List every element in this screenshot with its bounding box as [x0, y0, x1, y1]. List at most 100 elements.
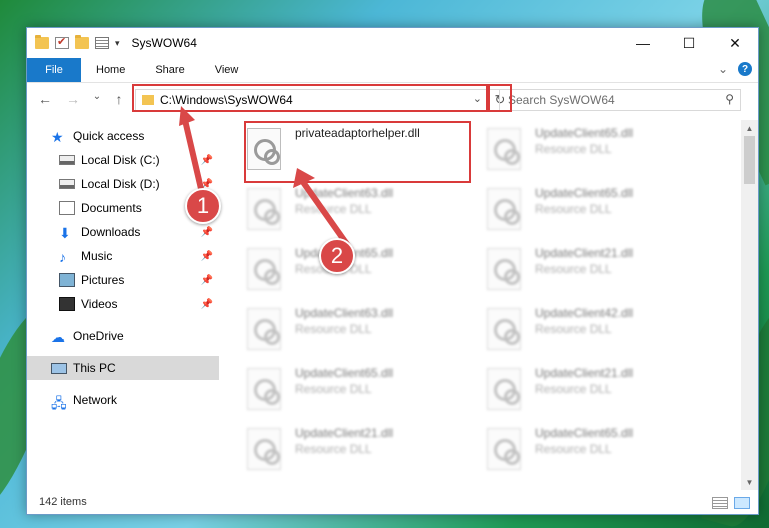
- sidebar-item-label: This PC: [73, 361, 116, 375]
- network-icon: 🖧: [51, 395, 67, 411]
- status-bar: 142 items: [27, 490, 758, 514]
- expand-ribbon-icon[interactable]: ⌄: [718, 62, 728, 76]
- tab-view[interactable]: View: [200, 58, 254, 82]
- file-item[interactable]: UpdateClient65.dll Resource DLL: [467, 120, 697, 176]
- file-item[interactable]: UpdateClient21.dll Resource DLL: [467, 360, 697, 416]
- qat-dropdown-icon[interactable]: ▾: [115, 38, 120, 49]
- file-item[interactable]: UpdateClient65.dll Resource DLL: [227, 360, 457, 416]
- vertical-scrollbar[interactable]: ▲ ▼: [741, 120, 758, 490]
- drive-icon: [59, 155, 75, 165]
- file-item[interactable]: UpdateClient65.dll Resource DLL: [467, 420, 697, 476]
- ribbon-right-controls: ⌄ ?: [718, 62, 752, 76]
- sidebar-item-videos[interactable]: Videos 📌: [27, 292, 219, 316]
- back-button[interactable]: ←: [35, 91, 55, 107]
- dll-gear-icon: [487, 188, 521, 230]
- scrollbar-thumb[interactable]: [744, 136, 755, 184]
- scroll-down-icon[interactable]: ▼: [741, 474, 758, 490]
- file-name: UpdateClient21.dll: [535, 366, 634, 380]
- file-type: Resource DLL: [535, 262, 612, 276]
- sidebar-item-label: Quick access: [73, 129, 145, 143]
- sidebar-item-label: Pictures: [81, 273, 125, 287]
- sidebar-item-label: Music: [81, 249, 113, 263]
- file-item[interactable]: UpdateClient21.dll Resource DLL: [467, 240, 697, 296]
- sidebar-item-onedrive[interactable]: ☁ OneDrive: [27, 324, 219, 348]
- quick-access-star-icon: ★: [51, 129, 64, 145]
- scroll-up-icon[interactable]: ▲: [741, 120, 758, 136]
- folder-icon[interactable]: [35, 35, 49, 49]
- dll-gear-icon: [247, 308, 281, 350]
- downloads-icon: ⬇: [59, 225, 71, 241]
- item-count: 142 items: [39, 496, 87, 508]
- minimize-button[interactable]: —: [620, 28, 666, 58]
- file-name: UpdateClient21.dll: [535, 246, 634, 260]
- file-item[interactable]: UpdateClient65.dll Resource DLL: [467, 180, 697, 236]
- file-name: UpdateClient42.dll: [535, 306, 634, 320]
- pin-icon[interactable]: 📌: [201, 251, 213, 262]
- sidebar-item-label: Videos: [81, 297, 118, 311]
- tab-share[interactable]: Share: [140, 58, 199, 82]
- file-name: UpdateClient63.dll: [295, 306, 394, 320]
- sidebar-item-this-pc[interactable]: This PC: [27, 356, 219, 380]
- step-badge-2: 2: [319, 238, 355, 274]
- file-type: Resource DLL: [535, 322, 612, 336]
- file-name: UpdateClient65.dll: [535, 126, 634, 140]
- new-folder-icon[interactable]: [75, 35, 89, 49]
- file-type: Resource DLL: [295, 442, 372, 456]
- dll-gear-icon: [487, 368, 521, 410]
- caption-buttons: — ☐ ✕: [620, 28, 758, 58]
- pin-icon[interactable]: 📌: [201, 275, 213, 286]
- sidebar-item-network[interactable]: 🖧 Network: [27, 388, 219, 412]
- sidebar-item-music[interactable]: ♪ Music 📌: [27, 244, 219, 268]
- title-bar: ▾ SysWOW64 — ☐ ✕: [27, 28, 758, 58]
- sidebar-item-label: Local Disk (C:): [81, 153, 160, 167]
- refresh-highlight: [488, 84, 512, 112]
- dll-gear-icon: [247, 428, 281, 470]
- sidebar-item-pictures[interactable]: Pictures 📌: [27, 268, 219, 292]
- file-type: Resource DLL: [535, 202, 612, 216]
- search-input[interactable]: Search SysWOW64 ⚲: [499, 89, 741, 111]
- this-pc-icon: [51, 362, 67, 374]
- search-placeholder: Search SysWOW64: [508, 93, 615, 107]
- file-name: UpdateClient65.dll: [295, 366, 394, 380]
- dll-gear-icon: [487, 428, 521, 470]
- help-icon[interactable]: ?: [738, 62, 752, 76]
- file-type: Resource DLL: [295, 382, 372, 396]
- file-type: Resource DLL: [535, 382, 612, 396]
- properties-check-icon[interactable]: [55, 35, 69, 49]
- dll-gear-icon: [487, 308, 521, 350]
- dll-gear-icon: [247, 368, 281, 410]
- forward-button[interactable]: →: [63, 91, 83, 107]
- up-button[interactable]: ↑: [109, 91, 129, 107]
- file-name: UpdateClient65.dll: [535, 426, 634, 440]
- customize-toolbar-icon[interactable]: [95, 37, 109, 49]
- sidebar-item-label: Local Disk (D:): [81, 177, 160, 191]
- ribbon-tabs: File Home Share View ⌄ ?: [27, 58, 758, 83]
- file-item[interactable]: UpdateClient63.dll Resource DLL: [227, 300, 457, 356]
- file-item[interactable]: UpdateClient42.dll Resource DLL: [467, 300, 697, 356]
- tab-file[interactable]: File: [27, 58, 81, 82]
- close-button[interactable]: ✕: [712, 28, 758, 58]
- step-badge-1: 1: [185, 188, 221, 224]
- file-name: UpdateClient21.dll: [295, 426, 394, 440]
- file-type: Resource DLL: [295, 322, 372, 336]
- sidebar-item-downloads[interactable]: ⬇ Downloads 📌: [27, 220, 219, 244]
- music-icon: ♪: [59, 249, 66, 265]
- recent-locations-button[interactable]: ⌄: [87, 91, 107, 102]
- maximize-button[interactable]: ☐: [666, 28, 712, 58]
- dll-gear-icon: [247, 248, 281, 290]
- sidebar-item-label: OneDrive: [73, 329, 124, 343]
- sidebar-item-label: Downloads: [81, 225, 141, 239]
- file-explorer-window: ▾ SysWOW64 — ☐ ✕ File Home Share View ⌄ …: [26, 27, 759, 515]
- file-type: Resource DLL: [535, 142, 612, 156]
- large-icons-view-icon[interactable]: [734, 497, 750, 509]
- quick-access-toolbar: ▾: [27, 35, 120, 49]
- onedrive-icon: ☁: [51, 329, 65, 345]
- details-view-icon[interactable]: [712, 497, 728, 509]
- tab-home[interactable]: Home: [81, 58, 140, 82]
- window-title: SysWOW64: [131, 36, 197, 50]
- file-item[interactable]: UpdateClient21.dll Resource DLL: [227, 420, 457, 476]
- dll-gear-icon: [247, 188, 281, 230]
- pin-icon[interactable]: 📌: [201, 227, 213, 238]
- pin-icon[interactable]: 📌: [201, 299, 213, 310]
- file-type: Resource DLL: [535, 442, 612, 456]
